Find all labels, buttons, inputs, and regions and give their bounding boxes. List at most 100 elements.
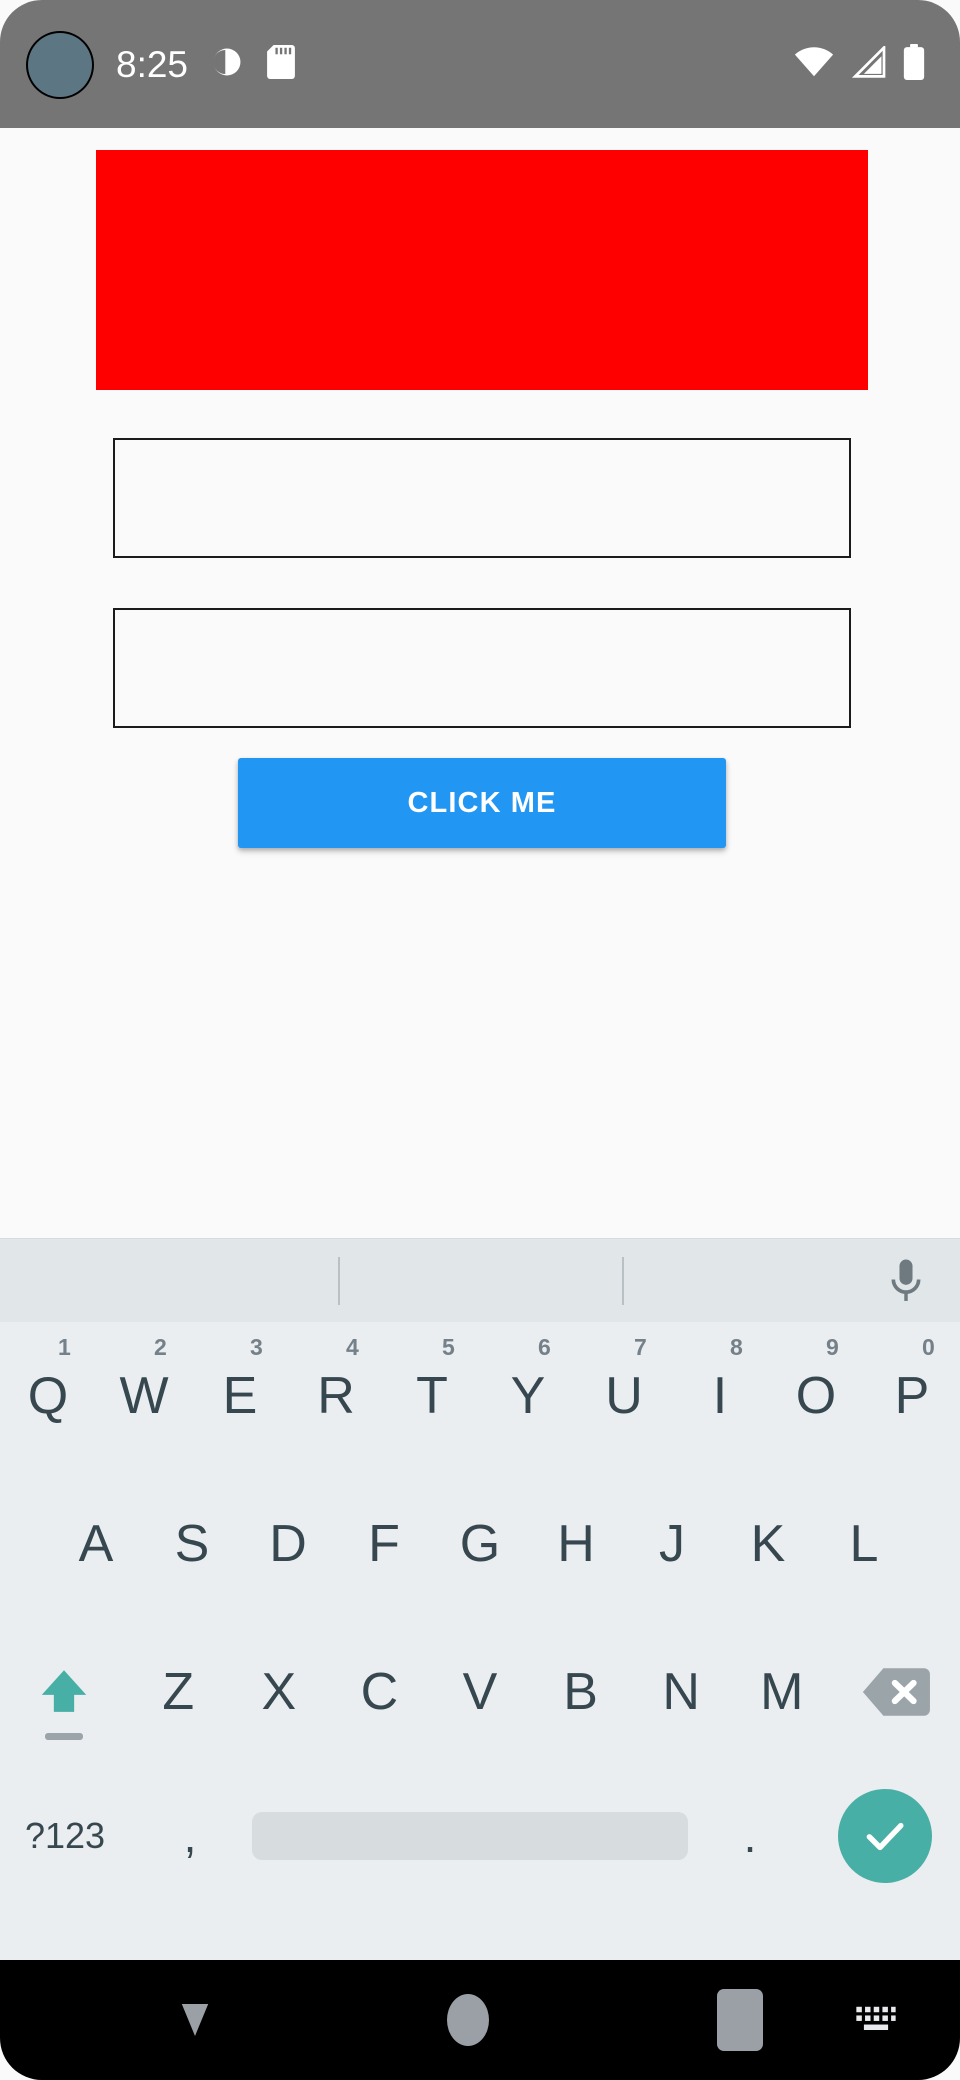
red-image-placeholder: [96, 150, 868, 390]
text-field-1-input[interactable]: [115, 440, 849, 556]
key-c-glyph: C: [360, 1663, 399, 1721]
key-d-glyph: D: [269, 1515, 307, 1573]
key-r[interactable]: R 4: [288, 1322, 384, 1470]
key-f-glyph: F: [368, 1515, 400, 1573]
text-field-2-input[interactable]: [115, 610, 849, 726]
row-3-letters: Z X C V B N M: [128, 1618, 832, 1766]
key-b-glyph: B: [563, 1663, 598, 1721]
keyboard-row-4: ?123 , .: [0, 1766, 960, 1906]
text-field-1[interactable]: [113, 438, 851, 558]
key-t[interactable]: T 5: [384, 1322, 480, 1470]
key-r-glyph: R: [317, 1367, 355, 1425]
notification-dot-icon: [210, 45, 244, 84]
key-i-glyph: I: [712, 1367, 728, 1425]
key-q-hint: 1: [58, 1334, 71, 1360]
key-l[interactable]: L: [816, 1470, 912, 1618]
key-a-glyph: A: [78, 1515, 114, 1573]
key-l-glyph: L: [849, 1515, 879, 1573]
enter-check-icon: [838, 1789, 932, 1883]
key-r-hint: 4: [346, 1334, 359, 1360]
key-e[interactable]: E 3: [192, 1322, 288, 1470]
key-o-hint: 9: [826, 1334, 839, 1360]
key-b[interactable]: B: [530, 1618, 631, 1766]
key-w-glyph: W: [119, 1367, 169, 1425]
key-q[interactable]: Q 1: [0, 1322, 96, 1470]
key-i[interactable]: I 8: [672, 1322, 768, 1470]
key-x-glyph: X: [261, 1663, 297, 1721]
nav-back-button[interactable]: [114, 1960, 277, 2080]
key-a[interactable]: A: [48, 1470, 144, 1618]
key-e-hint: 3: [250, 1334, 263, 1360]
key-e-glyph: E: [222, 1367, 258, 1425]
key-h-glyph: H: [557, 1515, 595, 1573]
status-bar-clock: 8:25: [116, 43, 189, 85]
sd-card-icon: [266, 44, 296, 84]
keyboard-row-1: Q 1 W 2 E 3 R 4 T 5 Y 6 U 7 I 8 O 9 P 0: [0, 1322, 960, 1470]
enter-key[interactable]: [810, 1766, 960, 1906]
shift-key[interactable]: [0, 1618, 128, 1766]
key-q-glyph: Q: [27, 1367, 69, 1425]
key-z-glyph: Z: [162, 1663, 195, 1721]
space-bar: [252, 1812, 688, 1860]
keyboard-row-2: A S D F G H J K L: [0, 1470, 960, 1618]
text-field-2[interactable]: [113, 608, 851, 728]
key-w[interactable]: W 2: [96, 1322, 192, 1470]
status-bar-left: 8:25: [0, 0, 296, 128]
key-u[interactable]: U 7: [576, 1322, 672, 1470]
key-p-glyph: P: [894, 1367, 930, 1425]
key-j-glyph: J: [659, 1515, 685, 1573]
mic-icon[interactable]: [874, 1249, 938, 1313]
battery-icon: [902, 43, 926, 85]
key-f[interactable]: F: [336, 1470, 432, 1618]
period-key-glyph: .: [743, 1810, 757, 1862]
suggestion-strip: [0, 1238, 960, 1322]
keyboard-row-3: Z X C V B N M: [0, 1618, 960, 1766]
key-n-glyph: N: [662, 1663, 700, 1721]
key-k-glyph: K: [750, 1515, 786, 1573]
symbols-key[interactable]: ?123: [0, 1766, 130, 1906]
navigation-bar: [0, 1960, 960, 2080]
key-u-glyph: U: [605, 1367, 643, 1425]
key-m[interactable]: M: [731, 1618, 832, 1766]
key-g[interactable]: G: [432, 1470, 528, 1618]
key-m-glyph: M: [760, 1663, 804, 1721]
key-h[interactable]: H: [528, 1470, 624, 1618]
key-x[interactable]: X: [229, 1618, 330, 1766]
key-o-glyph: O: [795, 1367, 837, 1425]
key-k[interactable]: K: [720, 1470, 816, 1618]
period-key[interactable]: .: [690, 1766, 810, 1906]
key-d[interactable]: D: [240, 1470, 336, 1618]
key-v-glyph: V: [462, 1663, 498, 1721]
comma-key[interactable]: ,: [130, 1766, 250, 1906]
key-c[interactable]: C: [329, 1618, 430, 1766]
key-o[interactable]: O 9: [768, 1322, 864, 1470]
cell-signal-icon: [850, 43, 886, 83]
key-v[interactable]: V: [430, 1618, 531, 1766]
suggestion-divider: [338, 1257, 340, 1305]
key-y-glyph: Y: [510, 1367, 546, 1425]
space-key[interactable]: [250, 1766, 690, 1906]
key-y-hint: 6: [538, 1334, 551, 1360]
backspace-icon[interactable]: [832, 1618, 960, 1766]
key-p[interactable]: P 0: [864, 1322, 960, 1470]
key-s-glyph: S: [174, 1515, 210, 1573]
key-s[interactable]: S: [144, 1470, 240, 1618]
key-p-hint: 0: [922, 1334, 935, 1360]
android-screen: 8:25 CLICK ME Q 1 W 2 E 3 R 4 T 5 Y 6 U …: [0, 0, 960, 2080]
nav-home-button[interactable]: [387, 1960, 550, 2080]
key-t-hint: 5: [442, 1334, 455, 1360]
key-n[interactable]: N: [631, 1618, 732, 1766]
nav-recents-button[interactable]: [659, 1960, 822, 2080]
comma-key-glyph: ,: [183, 1810, 197, 1862]
app-content: CLICK ME: [0, 128, 960, 1238]
key-t-glyph: T: [416, 1367, 448, 1425]
click-me-button[interactable]: CLICK ME: [238, 758, 726, 848]
dnd-moon-icon: [16, 23, 98, 105]
key-z[interactable]: Z: [128, 1618, 229, 1766]
key-u-hint: 7: [634, 1334, 647, 1360]
key-y[interactable]: Y 6: [480, 1322, 576, 1470]
shift-caps-indicator: [45, 1733, 83, 1740]
status-bar: 8:25: [0, 0, 960, 128]
key-j[interactable]: J: [624, 1470, 720, 1618]
nav-ime-switch-button[interactable]: [822, 2003, 930, 2037]
